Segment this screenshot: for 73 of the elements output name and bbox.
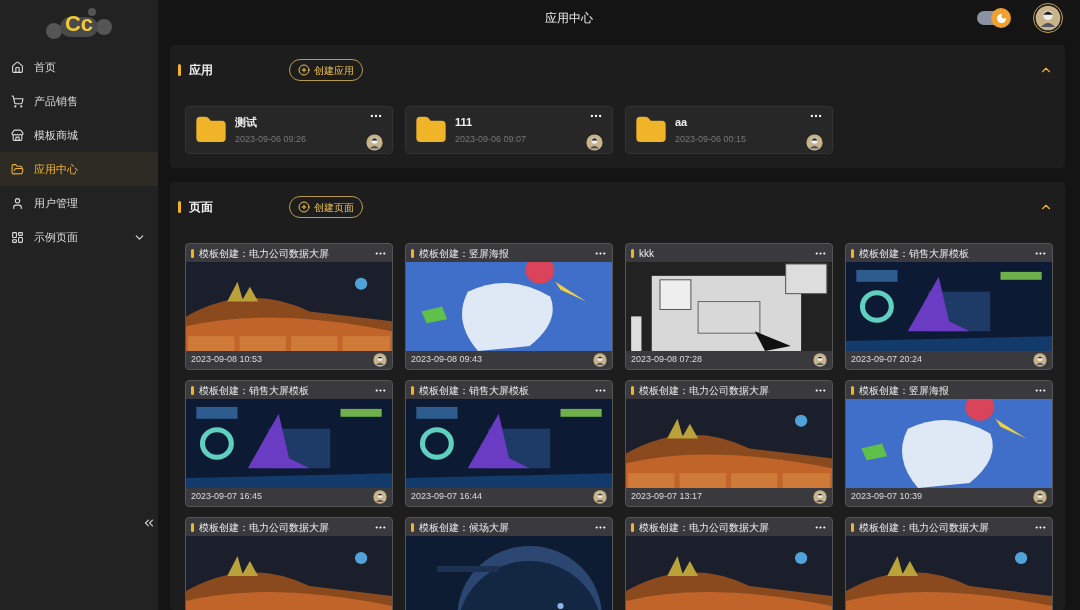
avatar-icon	[813, 353, 827, 367]
avatar-icon	[813, 490, 827, 504]
folder-icon	[11, 162, 24, 176]
app-name: 111	[455, 114, 474, 130]
plus-icon	[298, 64, 310, 76]
app-card[interactable]: aa 2023-09-06 00:15	[625, 106, 833, 154]
avatar-icon	[373, 490, 387, 504]
avatar-icon	[373, 353, 387, 367]
app-date: 2023-09-06 09:26	[235, 133, 308, 146]
page-date: 2023-09-07 10:39	[851, 490, 923, 504]
page-title: 模板创建：电力公司数据大屏	[199, 246, 330, 261]
page-title: 模板创建：销售大屏模板	[419, 383, 530, 398]
sidebar-item[interactable]: 模板商城	[0, 118, 158, 152]
page-title: 模板创建：候场大屏	[419, 520, 510, 535]
app-card[interactable]: 111 2023-09-06 09:07	[405, 106, 613, 154]
page-title: kkk	[639, 246, 655, 261]
page-date: 2023-09-08 10:53	[191, 353, 263, 367]
page-card[interactable]: 模板创建：电力公司数据大屏 2023-09-08 10:53	[185, 243, 393, 370]
section-title: 应用	[189, 62, 214, 79]
logo[interactable]: Cc	[42, 7, 116, 41]
app-card[interactable]: 测试 2023-09-06 09:26	[185, 106, 393, 154]
page-title: 模板创建：电力公司数据大屏	[859, 520, 990, 535]
cart-icon	[11, 94, 24, 108]
avatar-icon	[1033, 490, 1047, 504]
page-title: 应用中心	[544, 10, 594, 27]
page-date: 2023-09-08 09:43	[411, 353, 483, 367]
page-title: 模板创建：竖屏海报	[859, 383, 950, 398]
page-card[interactable]: 模板创建：销售大屏模板 2023-09-07 20:24	[845, 243, 1053, 370]
user-avatar	[1035, 5, 1061, 31]
avatar-icon	[1033, 353, 1047, 367]
page-card[interactable]: 模板创建：电力公司数据大屏	[625, 517, 833, 610]
sidebar-item[interactable]: 产品销售	[0, 84, 158, 118]
page-card[interactable]: 模板创建：候场大屏	[405, 517, 613, 610]
page-card[interactable]: 模板创建：电力公司数据大屏	[185, 517, 393, 610]
grid-icon	[11, 230, 24, 244]
sidebar-item[interactable]: 示例页面	[0, 220, 158, 254]
section-title: 页面	[189, 199, 214, 216]
page-card[interactable]: 模板创建：销售大屏模板 2023-09-07 16:45	[185, 380, 393, 507]
avatar-icon	[593, 353, 607, 367]
avatar-icon	[593, 490, 607, 504]
page-card[interactable]: 模板创建：竖屏海报 2023-09-08 09:43	[405, 243, 613, 370]
page-date: 2023-09-07 13:17	[631, 490, 703, 504]
moon-icon	[995, 12, 1007, 24]
avatar-icon	[586, 134, 603, 151]
store-icon	[11, 128, 24, 142]
page-card[interactable]: 模板创建：电力公司数据大屏 2023-09-07 13:17	[625, 380, 833, 507]
home-icon	[11, 60, 24, 74]
page-card[interactable]: 模板创建：销售大屏模板 2023-09-07 16:44	[405, 380, 613, 507]
page-card[interactable]: 模板创建：竖屏海报 2023-09-07 10:39	[845, 380, 1053, 507]
page-card[interactable]: kkk 2023-09-08 07:28	[625, 243, 833, 370]
avatar-icon	[366, 134, 383, 151]
page-title: 模板创建：电力公司数据大屏	[639, 520, 770, 535]
collapse-sidebar-icon[interactable]	[142, 516, 156, 530]
user-icon	[11, 196, 24, 210]
app-name: aa	[675, 114, 689, 130]
page-card[interactable]: 模板创建：电力公司数据大屏	[845, 517, 1053, 610]
sidebar-item[interactable]: 用户管理	[0, 186, 158, 220]
avatar-icon	[806, 134, 823, 151]
app-date: 2023-09-06 09:07	[455, 133, 528, 146]
page-date: 2023-09-07 16:44	[411, 490, 483, 504]
page-title: 模板创建：电力公司数据大屏	[199, 520, 330, 535]
plus-icon	[298, 201, 310, 213]
page-date: 2023-09-07 16:45	[191, 490, 263, 504]
page-title: 模板创建：竖屏海报	[419, 246, 510, 261]
page-title: 模板创建：销售大屏模板	[199, 383, 310, 398]
sidebar-item[interactable]: 首页	[0, 50, 158, 84]
app-date: 2023-09-06 00:15	[675, 133, 748, 146]
page-title: 模板创建：电力公司数据大屏	[639, 383, 770, 398]
app-name: 测试	[235, 114, 258, 130]
page-date: 2023-09-08 07:28	[631, 353, 703, 367]
page-date: 2023-09-07 20:24	[851, 353, 923, 367]
sidebar-item[interactable]: 应用中心	[0, 152, 158, 186]
page-title: 模板创建：销售大屏模板	[859, 246, 970, 261]
